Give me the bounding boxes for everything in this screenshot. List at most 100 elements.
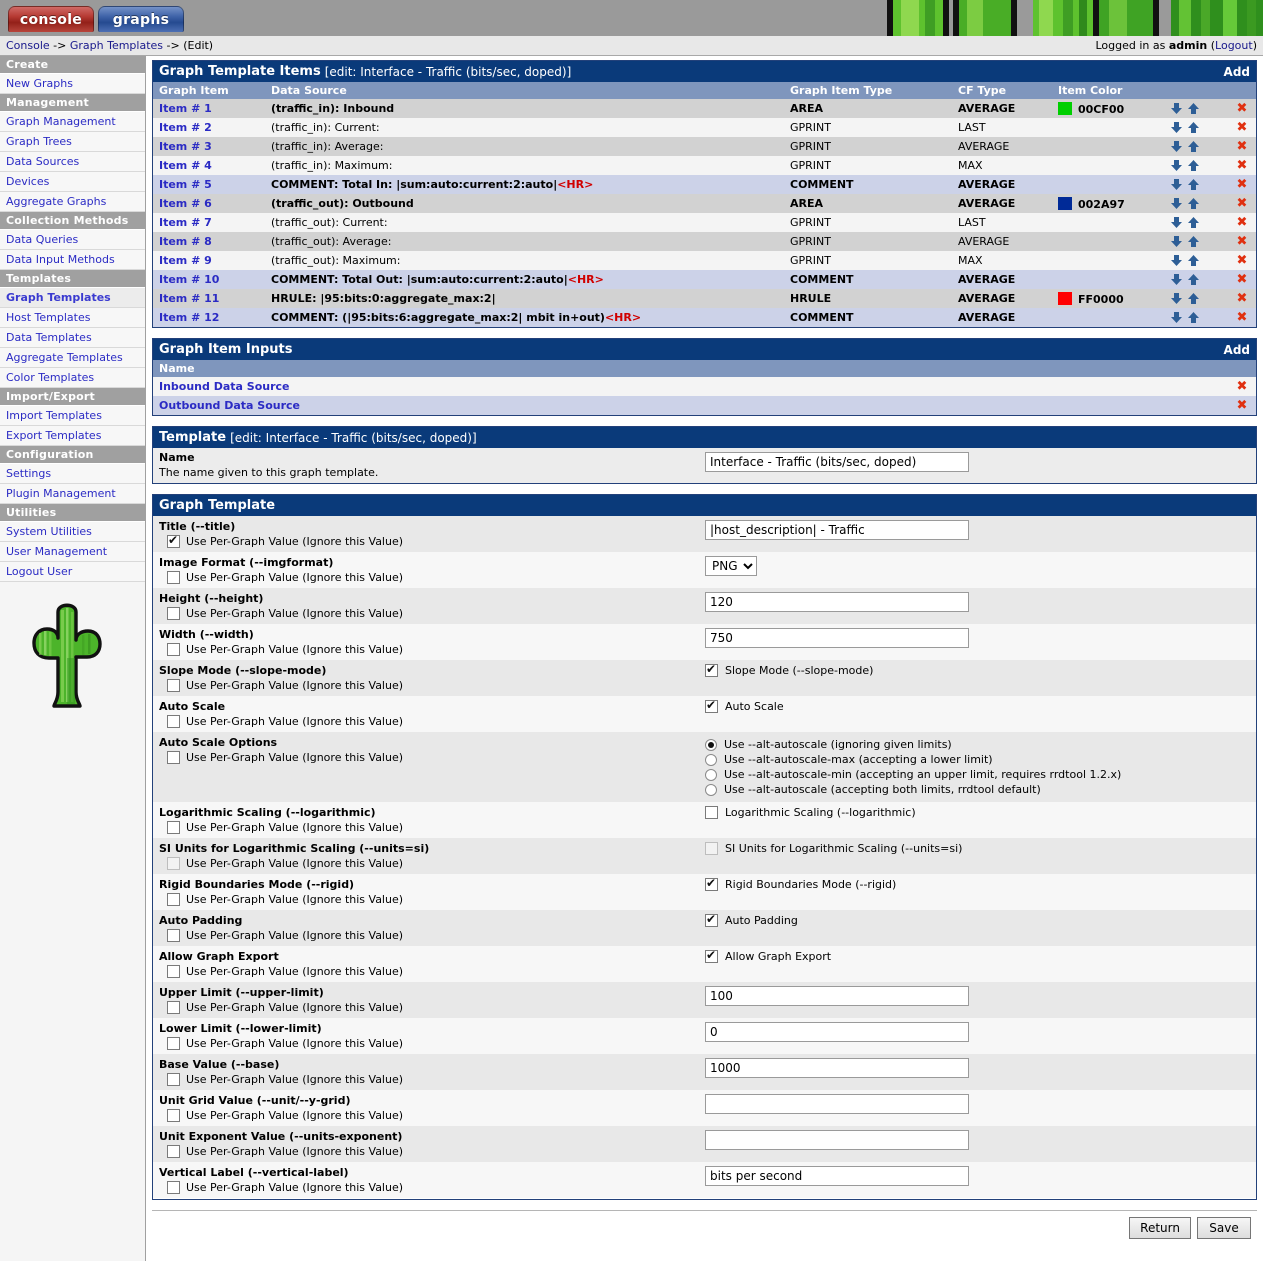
auto-scale-options-radio-1[interactable] xyxy=(705,753,717,766)
move-down-icon[interactable] xyxy=(1168,178,1185,192)
sidebar-item-aggregate-templates[interactable]: Aggregate Templates xyxy=(0,348,145,368)
sidebar-item-label[interactable]: Aggregate Graphs xyxy=(6,195,106,208)
sidebar-item-new-graphs[interactable]: New Graphs xyxy=(0,74,145,94)
delete-icon[interactable]: ✖ xyxy=(1237,310,1248,325)
sidebar-item-label[interactable]: Settings xyxy=(6,467,51,480)
graph-item-link[interactable]: Item # 1 xyxy=(159,102,212,115)
move-down-icon[interactable] xyxy=(1168,311,1185,325)
sidebar-item-label[interactable]: Data Templates xyxy=(6,331,92,344)
sidebar-item-data-templates[interactable]: Data Templates xyxy=(0,328,145,348)
graph-item-link[interactable]: Item # 11 xyxy=(159,292,219,305)
image-format-select[interactable]: PNGGIFSVG xyxy=(705,556,757,576)
sidebar-item-data-sources[interactable]: Data Sources xyxy=(0,152,145,172)
slope-mode-checkbox[interactable] xyxy=(705,662,718,677)
breadcrumb-graph-templates[interactable]: Graph Templates xyxy=(70,39,163,52)
logarithmic-scaling-checkbox[interactable] xyxy=(705,806,718,819)
lower-limit-input[interactable] xyxy=(705,1022,969,1042)
title-input[interactable] xyxy=(705,520,969,540)
delete-icon[interactable]: ✖ xyxy=(1237,272,1248,287)
sidebar-item-graph-templates[interactable]: Graph Templates xyxy=(0,288,145,308)
graph-item-link[interactable]: Item # 10 xyxy=(159,273,219,286)
sidebar-item-import-templates[interactable]: Import Templates xyxy=(0,406,145,426)
per-graph-value-checkbox[interactable] xyxy=(167,821,180,834)
graph-item-link[interactable]: Item # 9 xyxy=(159,254,212,267)
delete-icon[interactable]: ✖ xyxy=(1237,196,1248,211)
per-graph-value-checkbox[interactable] xyxy=(167,751,180,764)
vertical-label-input[interactable] xyxy=(705,1166,969,1186)
per-graph-value-checkbox[interactable] xyxy=(167,643,180,656)
sidebar-item-label[interactable]: Aggregate Templates xyxy=(6,351,123,364)
graph-item-link[interactable]: Item # 12 xyxy=(159,311,219,324)
sidebar-item-plugin-management[interactable]: Plugin Management xyxy=(0,484,145,504)
per-graph-value-checkbox[interactable] xyxy=(167,607,180,620)
move-down-icon[interactable] xyxy=(1168,140,1185,154)
move-up-icon[interactable] xyxy=(1185,235,1202,249)
move-down-icon[interactable] xyxy=(1168,197,1185,211)
sidebar-item-label[interactable]: Devices xyxy=(6,175,49,188)
per-graph-value-checkbox[interactable] xyxy=(167,679,180,692)
delete-icon[interactable]: ✖ xyxy=(1237,291,1248,306)
graph-item-input-link[interactable]: Outbound Data Source xyxy=(159,399,300,412)
sidebar-item-label[interactable]: Export Templates xyxy=(6,429,101,442)
move-down-icon[interactable] xyxy=(1168,254,1185,268)
move-down-icon[interactable] xyxy=(1168,102,1185,116)
per-graph-value-checkbox[interactable] xyxy=(167,893,180,906)
per-graph-value-checkbox[interactable] xyxy=(167,1001,180,1014)
breadcrumb-console[interactable]: Console xyxy=(6,39,50,52)
per-graph-value-checkbox[interactable] xyxy=(167,1037,180,1050)
auto-scale-options-radio-0[interactable] xyxy=(705,738,717,751)
sidebar-item-user-management[interactable]: User Management xyxy=(0,542,145,562)
graph-item-link[interactable]: Item # 4 xyxy=(159,159,212,172)
move-up-icon[interactable] xyxy=(1185,216,1202,230)
graph-item-link[interactable]: Item # 2 xyxy=(159,121,212,134)
sidebar-item-logout-user[interactable]: Logout User xyxy=(0,562,145,582)
move-down-icon[interactable] xyxy=(1168,235,1185,249)
per-graph-value-checkbox[interactable] xyxy=(167,1073,180,1086)
per-graph-value-checkbox[interactable] xyxy=(167,965,180,978)
auto-padding-checkbox[interactable] xyxy=(705,912,718,927)
sidebar-item-label[interactable]: Graph Trees xyxy=(6,135,72,148)
move-up-icon[interactable] xyxy=(1185,292,1202,306)
template-name-input[interactable] xyxy=(705,452,969,472)
graph-item-link[interactable]: Item # 7 xyxy=(159,216,212,229)
delete-icon[interactable]: ✖ xyxy=(1237,177,1248,192)
upper-limit-input[interactable] xyxy=(705,986,969,1006)
move-down-icon[interactable] xyxy=(1168,216,1185,230)
sidebar-item-data-input-methods[interactable]: Data Input Methods xyxy=(0,250,145,270)
move-up-icon[interactable] xyxy=(1185,311,1202,325)
sidebar-item-graph-trees[interactable]: Graph Trees xyxy=(0,132,145,152)
per-graph-value-checkbox[interactable] xyxy=(167,857,180,870)
delete-icon[interactable]: ✖ xyxy=(1237,215,1248,230)
height-input[interactable] xyxy=(705,592,969,612)
move-down-icon[interactable] xyxy=(1168,121,1185,135)
logout-link[interactable]: Logout xyxy=(1215,39,1253,52)
move-up-icon[interactable] xyxy=(1185,273,1202,287)
delete-icon[interactable]: ✖ xyxy=(1237,139,1248,154)
move-up-icon[interactable] xyxy=(1185,197,1202,211)
sidebar-item-label[interactable]: Import Templates xyxy=(6,409,102,422)
graph-item-link[interactable]: Item # 8 xyxy=(159,235,212,248)
add-graph-item-link[interactable]: Add xyxy=(1224,65,1250,79)
per-graph-value-checkbox[interactable] xyxy=(167,533,180,548)
per-graph-value-checkbox[interactable] xyxy=(167,1181,180,1194)
sidebar-item-label[interactable]: Graph Management xyxy=(6,115,116,128)
move-up-icon[interactable] xyxy=(1185,254,1202,268)
move-down-icon[interactable] xyxy=(1168,273,1185,287)
per-graph-value-checkbox[interactable] xyxy=(167,1109,180,1122)
move-down-icon[interactable] xyxy=(1168,292,1185,306)
sidebar-item-label[interactable]: Host Templates xyxy=(6,311,90,324)
sidebar-item-label[interactable]: New Graphs xyxy=(6,77,73,90)
auto-scale-checkbox[interactable] xyxy=(705,698,718,713)
auto-scale-options-radio-3[interactable] xyxy=(705,783,717,796)
unit-grid-value-input[interactable] xyxy=(705,1094,969,1114)
sidebar-item-host-templates[interactable]: Host Templates xyxy=(0,308,145,328)
sidebar-item-label[interactable]: Logout User xyxy=(6,565,72,578)
sidebar-item-graph-management[interactable]: Graph Management xyxy=(0,112,145,132)
si-units-checkbox[interactable] xyxy=(705,842,718,855)
allow-graph-export-checkbox[interactable] xyxy=(705,948,718,963)
sidebar-item-label[interactable]: System Utilities xyxy=(6,525,92,538)
sidebar-item-aggregate-graphs[interactable]: Aggregate Graphs xyxy=(0,192,145,212)
sidebar-item-label[interactable]: Graph Templates xyxy=(6,291,111,304)
sidebar-item-label[interactable]: User Management xyxy=(6,545,107,558)
graph-item-link[interactable]: Item # 5 xyxy=(159,178,212,191)
